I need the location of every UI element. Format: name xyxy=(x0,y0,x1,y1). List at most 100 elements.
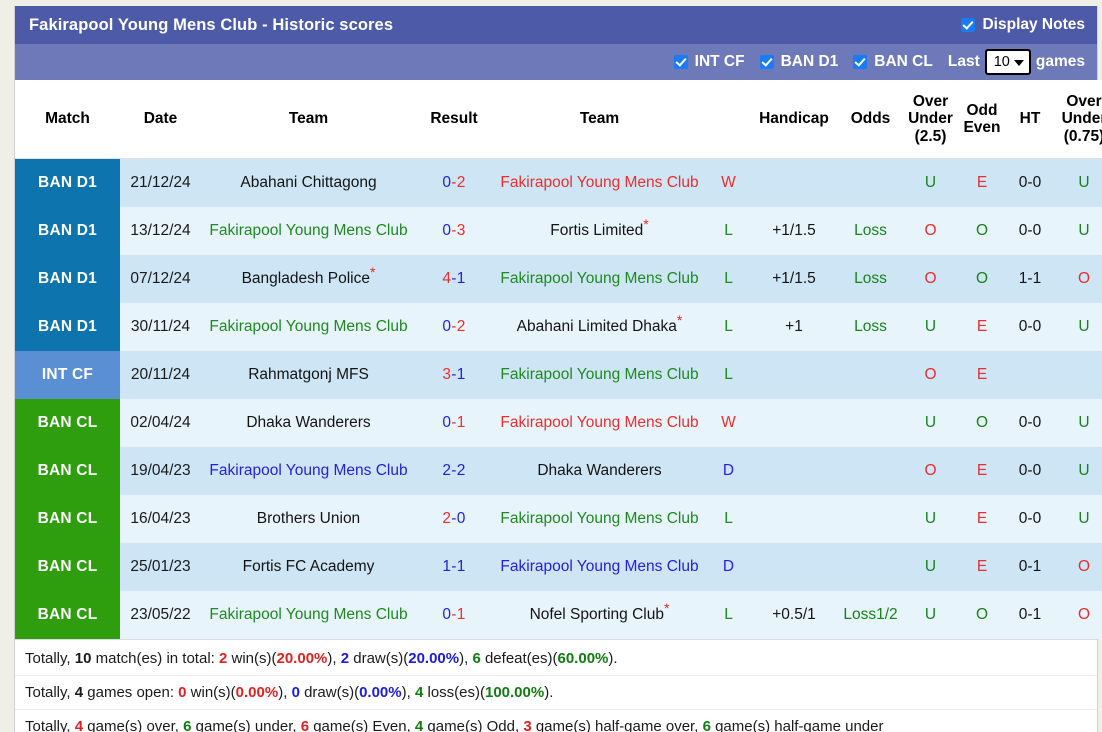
away-team-name[interactable]: Fortis Limited* xyxy=(492,207,707,255)
match-score: 0-2 xyxy=(416,159,492,207)
page-title: Fakirapool Young Mens Club - Historic sc… xyxy=(29,15,394,34)
away-team-name[interactable]: Nofel Sporting Club* xyxy=(492,591,707,639)
over-under-075: O xyxy=(1077,269,1091,287)
competition-badge: INT CF xyxy=(15,350,120,399)
col-header-over-under-075: Over Under (0.75) xyxy=(1054,80,1102,160)
match-date: 02/04/24 xyxy=(130,413,191,431)
odds-result xyxy=(838,543,903,591)
score-home: 0 xyxy=(442,221,452,239)
ban-d1-checkbox[interactable] xyxy=(759,55,774,69)
oe-line2: Even xyxy=(963,119,1001,137)
table-row[interactable]: BAN D1 07/12/24 Bangladesh Police* 4-1 Fakir… xyxy=(15,254,1102,303)
away-team-name[interactable]: Fakirapool Young Mens Club xyxy=(492,255,707,303)
away-team-name[interactable]: Fakirapool Young Mens Club xyxy=(492,543,707,591)
summary-text: game(s) Even, xyxy=(309,717,415,732)
last-games-control: Last 10 games xyxy=(948,49,1085,75)
home-team-name[interactable]: Fakirapool Young Mens Club xyxy=(201,303,416,351)
col-header-odds: Odds xyxy=(838,80,903,160)
summary-text: game(s) half-game under xyxy=(710,717,884,732)
defeats-count: 6 xyxy=(472,649,481,667)
table-row[interactable]: BAN CL 19/04/23 Fakirapool Young Mens Club… xyxy=(15,446,1102,495)
ban-cl-checkbox[interactable] xyxy=(853,55,868,69)
table-row[interactable]: BAN D1 30/11/24 Fakirapool Young Mens Club… xyxy=(15,302,1102,351)
handicap-value xyxy=(750,447,838,495)
home-team-name[interactable]: Bangladesh Police* xyxy=(201,255,416,303)
col-header-handicap: Handicap xyxy=(750,80,838,160)
col-header-result: Result xyxy=(416,80,492,160)
last-label: Last xyxy=(947,53,980,70)
ou075-line1: Over xyxy=(1066,93,1102,110)
competition-badge: BAN CL xyxy=(15,446,120,495)
half-time-score xyxy=(1006,351,1054,399)
score-away: 3 xyxy=(456,221,466,239)
filter-ban-cl[interactable]: BAN CL xyxy=(853,53,933,71)
over-under-075 xyxy=(1054,351,1102,399)
games-count-value: 10 xyxy=(993,54,1010,70)
home-team-name[interactable]: Dhaka Wanderers xyxy=(201,399,416,447)
games-label: games xyxy=(1035,53,1085,70)
home-team-name[interactable]: Fakirapool Young Mens Club xyxy=(201,207,416,255)
ban-d1-label: BAN D1 xyxy=(780,53,839,70)
display-notes-toggle[interactable]: Display Notes xyxy=(961,16,1085,34)
summary-text: loss(es)( xyxy=(423,683,485,701)
match-score: 4-1 xyxy=(416,255,492,303)
outcome-letter: L xyxy=(724,269,733,287)
col-header-odd-even: Odd Even xyxy=(958,80,1006,160)
outcome-letter: W xyxy=(721,413,736,431)
away-team-name[interactable]: Fakirapool Young Mens Club xyxy=(492,159,707,207)
table-row[interactable]: BAN CL 02/04/24 Dhaka Wanderers 0-1 Fakirapo… xyxy=(15,398,1102,447)
open-draws-pct: 0.00% xyxy=(359,683,402,701)
filter-ban-d1[interactable]: BAN D1 xyxy=(759,53,839,71)
match-date: 16/04/23 xyxy=(130,509,191,527)
games-count-select[interactable]: 10 xyxy=(984,49,1031,75)
table-row[interactable]: BAN CL 25/01/23 Fortis FC Academy 1-1 Fakira… xyxy=(15,542,1102,591)
table-row[interactable]: BAN CL 16/04/23 Brothers Union 2-0 Fakirapoo… xyxy=(15,494,1102,543)
over-under-25: U xyxy=(924,317,937,335)
score-away: 1 xyxy=(456,413,466,431)
away-team-name[interactable]: Abahani Limited Dhaka* xyxy=(492,303,707,351)
score-away: 1 xyxy=(456,605,466,623)
defeats-pct: 60.00% xyxy=(557,649,609,667)
score-home: 3 xyxy=(442,365,452,383)
score-home: 2 xyxy=(442,509,452,527)
odd-even: E xyxy=(976,509,988,527)
score-away: 2 xyxy=(456,317,466,335)
open-wins-count: 0 xyxy=(178,683,187,701)
table-row[interactable]: BAN D1 13/12/24 Fakirapool Young Mens Club… xyxy=(15,206,1102,255)
summary-section: Totally, 10 match(es) in total: 2 win(s)… xyxy=(15,638,1097,732)
competition-badge: BAN CL xyxy=(15,590,120,639)
home-team-name[interactable]: Brothers Union xyxy=(201,495,416,543)
table-header-row: Match Date Team Result Team Handicap Odd… xyxy=(15,80,1102,160)
away-team-name[interactable]: Fakirapool Young Mens Club xyxy=(492,399,707,447)
home-team-name[interactable]: Abahani Chittagong xyxy=(201,159,416,207)
int-cf-checkbox[interactable] xyxy=(673,55,688,69)
handicap-value: +0.5/1 xyxy=(772,605,816,623)
away-team-name[interactable]: Fakirapool Young Mens Club xyxy=(492,351,707,399)
historic-scores-panel: Fakirapool Young Mens Club - Historic sc… xyxy=(14,6,1102,732)
over-under-25: O xyxy=(924,221,937,239)
summary-text: game(s) under, xyxy=(191,717,301,732)
open-games-count: 4 xyxy=(74,683,84,701)
home-team-name[interactable]: Fortis FC Academy xyxy=(201,543,416,591)
odds-result xyxy=(838,351,903,399)
score-home: 0 xyxy=(442,317,452,335)
filter-int-cf[interactable]: INT CF xyxy=(673,53,745,71)
score-home: 0 xyxy=(442,605,452,623)
display-notes-checkbox[interactable] xyxy=(961,18,976,32)
odd-even: O xyxy=(975,413,989,431)
score-away: 1 xyxy=(456,365,466,383)
table-row[interactable]: BAN D1 21/12/24 Abahani Chittagong 0-2 Fakir… xyxy=(15,158,1102,207)
odds-result xyxy=(838,159,903,207)
match-date: 19/04/23 xyxy=(130,461,191,479)
home-team-name[interactable]: Rahmatgonj MFS xyxy=(201,351,416,399)
score-home: 0 xyxy=(442,413,452,431)
open-wins-pct: 0.00% xyxy=(235,683,279,701)
away-team-name[interactable]: Fakirapool Young Mens Club xyxy=(492,495,707,543)
table-row[interactable]: INT CF 20/11/24 Rahmatgonj MFS 3-1 Fakirapoo… xyxy=(15,350,1102,399)
away-team-name[interactable]: Dhaka Wanderers xyxy=(492,447,707,495)
home-team-name[interactable]: Fakirapool Young Mens Club xyxy=(201,447,416,495)
over-under-25: O xyxy=(924,365,937,383)
match-date: 21/12/24 xyxy=(130,173,191,191)
table-row[interactable]: BAN CL 23/05/22 Fakirapool Young Mens Club… xyxy=(15,590,1102,639)
home-team-name[interactable]: Fakirapool Young Mens Club xyxy=(201,591,416,639)
